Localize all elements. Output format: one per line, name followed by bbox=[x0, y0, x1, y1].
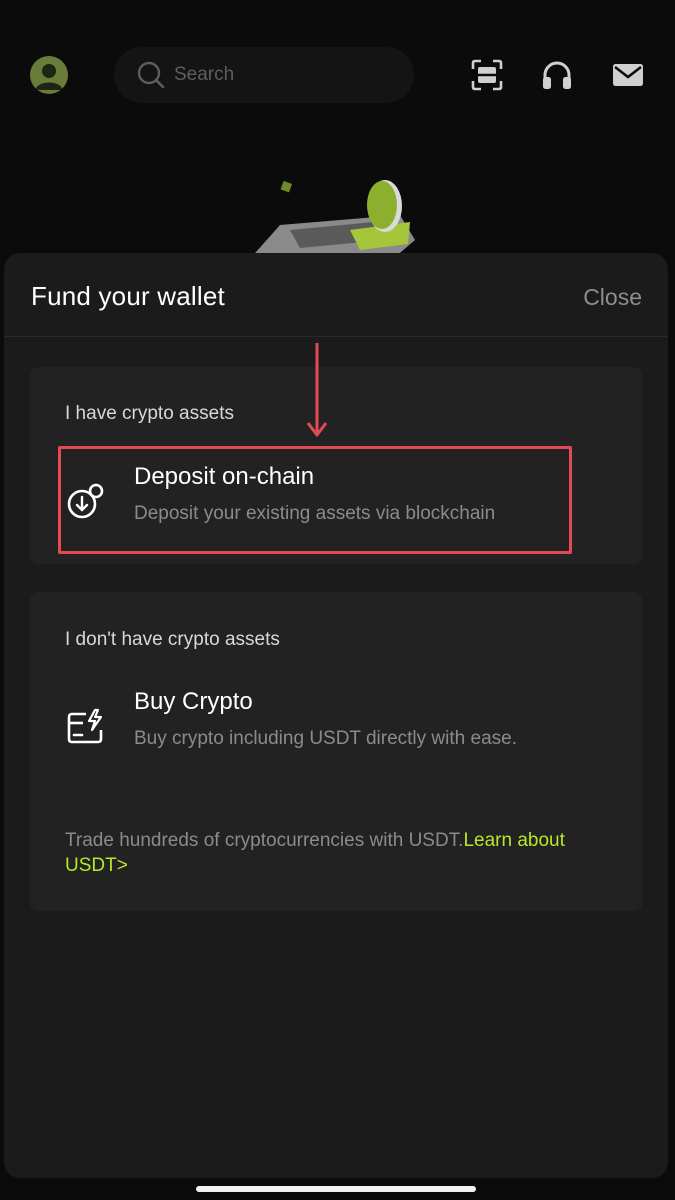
usdt-note: Trade hundreds of cryptocurrencies with … bbox=[65, 828, 605, 878]
headset-icon[interactable] bbox=[540, 58, 574, 92]
note-text: Trade hundreds of cryptocurrencies with … bbox=[65, 830, 464, 851]
no-crypto-assets-section: I don't have crypto assets Buy Crypto Bu… bbox=[30, 592, 642, 911]
fund-wallet-sheet: Fund your wallet Close I have crypto ass… bbox=[4, 253, 668, 1178]
scan-icon[interactable] bbox=[470, 58, 504, 92]
option-title: Buy Crypto bbox=[134, 688, 253, 715]
highlight-box-annotation bbox=[58, 446, 572, 554]
divider bbox=[4, 336, 668, 337]
buy-card-icon bbox=[67, 708, 103, 744]
screen: Search Fund your wallet Close I have cry… bbox=[0, 0, 675, 1200]
search-placeholder: Search bbox=[174, 64, 235, 85]
search-icon bbox=[137, 61, 165, 89]
home-indicator[interactable] bbox=[196, 1186, 476, 1192]
avatar-icon[interactable] bbox=[30, 56, 68, 94]
sheet-title: Fund your wallet bbox=[31, 281, 225, 311]
section-label: I have crypto assets bbox=[65, 403, 234, 424]
close-button[interactable]: Close bbox=[583, 284, 642, 311]
down-arrow-annotation bbox=[306, 343, 328, 437]
option-description: Buy crypto including USDT directly with … bbox=[134, 728, 517, 749]
buy-crypto-option[interactable]: Buy Crypto Buy crypto including USDT dir… bbox=[60, 678, 600, 778]
mail-icon[interactable] bbox=[611, 58, 645, 92]
section-label: I don't have crypto assets bbox=[65, 629, 280, 650]
search-bar[interactable]: Search bbox=[114, 47, 414, 103]
